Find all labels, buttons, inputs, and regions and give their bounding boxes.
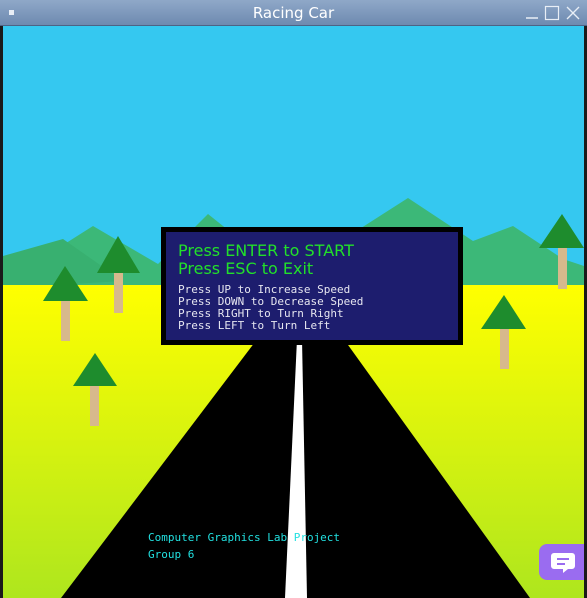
credit-project: Computer Graphics Lab Project xyxy=(148,531,341,544)
menu-panel: Press ENTER to START Press ESC to Exit P… xyxy=(161,227,463,345)
close-icon[interactable] xyxy=(565,5,581,21)
app-window: Racing Car Press ENTER to START Press ES… xyxy=(0,0,587,598)
chat-button[interactable] xyxy=(539,544,584,580)
title-bar[interactable]: Racing Car xyxy=(0,0,587,26)
credit-group: Group 6 xyxy=(148,548,195,561)
control-instruction-left: Press LEFT to Turn Left xyxy=(178,319,331,332)
minimize-icon[interactable] xyxy=(524,5,540,21)
game-canvas[interactable]: Press ENTER to START Press ESC to Exit P… xyxy=(3,26,584,598)
start-instruction: Press ENTER to START xyxy=(178,241,354,260)
chat-bubble-icon xyxy=(551,553,575,573)
window-title: Racing Car xyxy=(252,4,335,22)
exit-instruction: Press ESC to Exit xyxy=(178,259,314,278)
maximize-icon[interactable] xyxy=(544,5,560,21)
